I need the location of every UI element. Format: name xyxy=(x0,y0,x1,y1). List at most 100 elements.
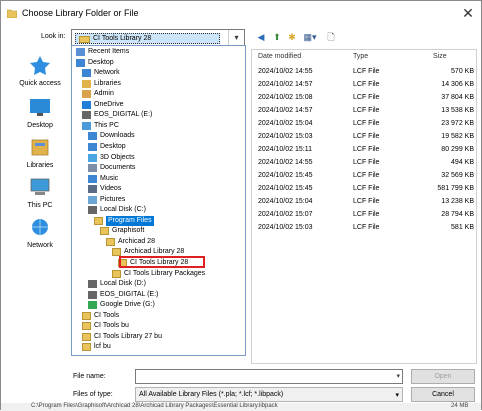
dropdown-item[interactable]: Downloads xyxy=(72,131,245,141)
chevron-down-icon[interactable]: ▾ xyxy=(396,372,400,380)
close-icon[interactable]: ✕ xyxy=(459,5,477,21)
place-libraries[interactable]: Libraries xyxy=(9,137,71,169)
dropdown-item[interactable]: Pictures xyxy=(72,195,245,205)
dropdown-item-label: Admin xyxy=(94,90,114,98)
dropdown-item-label: Desktop xyxy=(88,58,114,66)
file-type-select[interactable]: All Available Library Files (*.pla; *.lc… xyxy=(135,387,403,402)
dropdown-item[interactable]: Network xyxy=(72,68,245,78)
dropdown-item[interactable]: This PC xyxy=(72,121,245,131)
cell-type: LCF File xyxy=(353,107,380,114)
network-icon xyxy=(82,69,91,78)
highlight-box xyxy=(119,256,205,268)
dropdown-item[interactable]: Desktop xyxy=(72,58,245,68)
table-row[interactable]: 2024/10/02 15:04 LCF File 23 972 KB xyxy=(252,118,478,131)
dropdown-item[interactable]: lcf bu xyxy=(72,342,245,352)
dropdown-item[interactable]: Videos xyxy=(72,184,245,194)
table-row[interactable]: 2024/10/02 15:07 LCF File 28 794 KB xyxy=(252,209,478,222)
dropdown-item[interactable]: CI Tools Library 27 bu xyxy=(72,332,245,342)
column-header-size[interactable]: Size xyxy=(433,53,447,60)
status-path: C:\Program Files\Graphisoft\Archicad 28\… xyxy=(31,403,278,409)
libraries-icon xyxy=(82,79,91,88)
dropdown-item-label: CI Tools Library Packages xyxy=(124,269,206,277)
dropdown-item[interactable]: Graphisoft xyxy=(72,226,245,236)
dropdown-item[interactable]: 3D Objects xyxy=(72,153,245,163)
dropdown-item-label: CI Tools Library 27 bu xyxy=(94,332,162,340)
dropdown-item[interactable]: Program Files xyxy=(72,215,245,226)
column-header-type[interactable]: Type xyxy=(353,53,368,60)
video-icon xyxy=(88,185,97,194)
folder-icon xyxy=(82,322,91,331)
dropdown-item[interactable]: Local Disk (C:) xyxy=(72,205,245,215)
dropdown-item-label: OneDrive xyxy=(94,100,124,108)
column-header-date[interactable]: Date modified xyxy=(258,53,301,60)
cell-type: LCF File xyxy=(353,198,380,205)
dropdown-item[interactable]: Local Disk (D:) xyxy=(72,279,245,289)
folder-icon xyxy=(82,311,91,320)
place-quick-access[interactable]: Quick access xyxy=(9,55,71,87)
cell-size: 19 582 KB xyxy=(441,133,474,140)
folder-icon xyxy=(112,269,121,278)
dropdown-item[interactable]: Music xyxy=(72,174,245,184)
dropdown-item[interactable]: Documents xyxy=(72,163,245,173)
cell-type: LCF File xyxy=(353,81,380,88)
cell-date: 2024/10/02 15:03 xyxy=(258,133,313,140)
dropdown-item[interactable]: Archicad 28 xyxy=(72,237,245,247)
up-folder-icon[interactable]: ⬆ xyxy=(271,31,283,44)
look-in-label: Look in: xyxy=(41,33,66,40)
table-row[interactable]: 2024/10/02 15:45 LCF File 32 569 KB xyxy=(252,170,478,183)
cell-size: 581 799 KB xyxy=(437,185,474,192)
cell-type: LCF File xyxy=(353,159,380,166)
table-row[interactable]: 2024/10/02 15:04 LCF File 13 238 KB xyxy=(252,196,478,209)
dropdown-item-label: Libraries xyxy=(94,79,121,87)
table-row[interactable]: 2024/10/02 14:55 LCF File 494 KB xyxy=(252,157,478,170)
table-row[interactable]: 2024/10/02 14:57 LCF File 13 538 KB xyxy=(252,105,478,118)
table-row[interactable]: 2024/10/02 14:57 LCF File 14 306 KB xyxy=(252,79,478,92)
properties-icon[interactable]: 🗋 xyxy=(325,31,337,44)
chevron-down-icon[interactable]: ▾ xyxy=(228,30,244,45)
dropdown-item[interactable]: EOS_DIGITAL (E:) xyxy=(72,290,245,300)
pc-icon xyxy=(82,121,91,130)
table-row[interactable]: 2024/10/02 15:03 LCF File 19 582 KB xyxy=(252,131,478,144)
cancel-button[interactable]: Cancel xyxy=(411,387,475,402)
look-in-combobox[interactable]: CI Tools Library 28 ▾ xyxy=(71,29,245,46)
dropdown-item[interactable]: Desktop xyxy=(72,142,245,152)
file-name-input[interactable]: ▾ xyxy=(135,369,403,384)
drive-icon xyxy=(88,206,97,215)
desktop-icon xyxy=(88,142,97,151)
place-desktop[interactable]: Desktop xyxy=(9,97,71,129)
dropdown-item[interactable]: OneDrive xyxy=(72,100,245,110)
cell-size: 32 569 KB xyxy=(441,172,474,179)
cell-type: LCF File xyxy=(353,172,380,179)
table-row[interactable]: 2024/10/02 15:03 LCF File 581 KB xyxy=(252,222,478,235)
dropdown-item[interactable]: CI Tools Library Packages xyxy=(72,269,245,279)
dropdown-item[interactable]: Admin xyxy=(72,89,245,99)
file-list[interactable]: Date modified Type Size 2024/10/02 14:55… xyxy=(251,49,477,364)
dropdown-item-label: Archicad 28 xyxy=(118,237,155,245)
pc-icon xyxy=(30,178,50,195)
look-in-dropdown-list[interactable]: Recent Items Desktop Network Libraries Admin… xyxy=(71,45,246,356)
table-row[interactable]: 2024/10/02 15:45 LCF File 581 799 KB xyxy=(252,183,478,196)
dropdown-item[interactable]: CI Tools bu xyxy=(72,321,245,331)
table-row[interactable]: 2024/10/02 15:11 LCF File 80 299 KB xyxy=(252,144,478,157)
new-folder-icon[interactable]: ✱ xyxy=(286,31,298,44)
cell-size: 23 972 KB xyxy=(441,120,474,127)
dropdown-item[interactable]: Google Drive (G:) xyxy=(72,300,245,310)
back-icon[interactable]: ◀ xyxy=(255,31,267,44)
dropdown-item-label: Graphisoft xyxy=(112,227,145,235)
table-row[interactable]: 2024/10/02 15:08 LCF File 37 804 KB xyxy=(252,92,478,105)
cell-type: LCF File xyxy=(353,94,380,101)
cell-date: 2024/10/02 14:57 xyxy=(258,81,313,88)
chevron-down-icon: ▾ xyxy=(395,392,399,399)
dropdown-item[interactable]: Libraries xyxy=(72,79,245,89)
dropdown-item-label: Videos xyxy=(100,185,122,193)
open-button[interactable]: Open xyxy=(411,369,475,384)
place-this-pc[interactable]: This PC xyxy=(9,177,71,209)
dropdown-item[interactable]: Recent Items xyxy=(72,47,245,57)
dropdown-item[interactable]: EOS_DIGITAL (E:) xyxy=(72,110,245,120)
dropdown-item-label: Local Disk (C:) xyxy=(100,206,146,214)
place-network[interactable]: Network xyxy=(9,217,71,249)
cloud-icon xyxy=(82,100,91,109)
views-menu-icon[interactable]: ▦▾ xyxy=(301,31,319,44)
table-row[interactable]: 2024/10/02 14:55 LCF File 570 KB xyxy=(252,66,478,79)
dropdown-item[interactable]: CI Tools xyxy=(72,311,245,321)
